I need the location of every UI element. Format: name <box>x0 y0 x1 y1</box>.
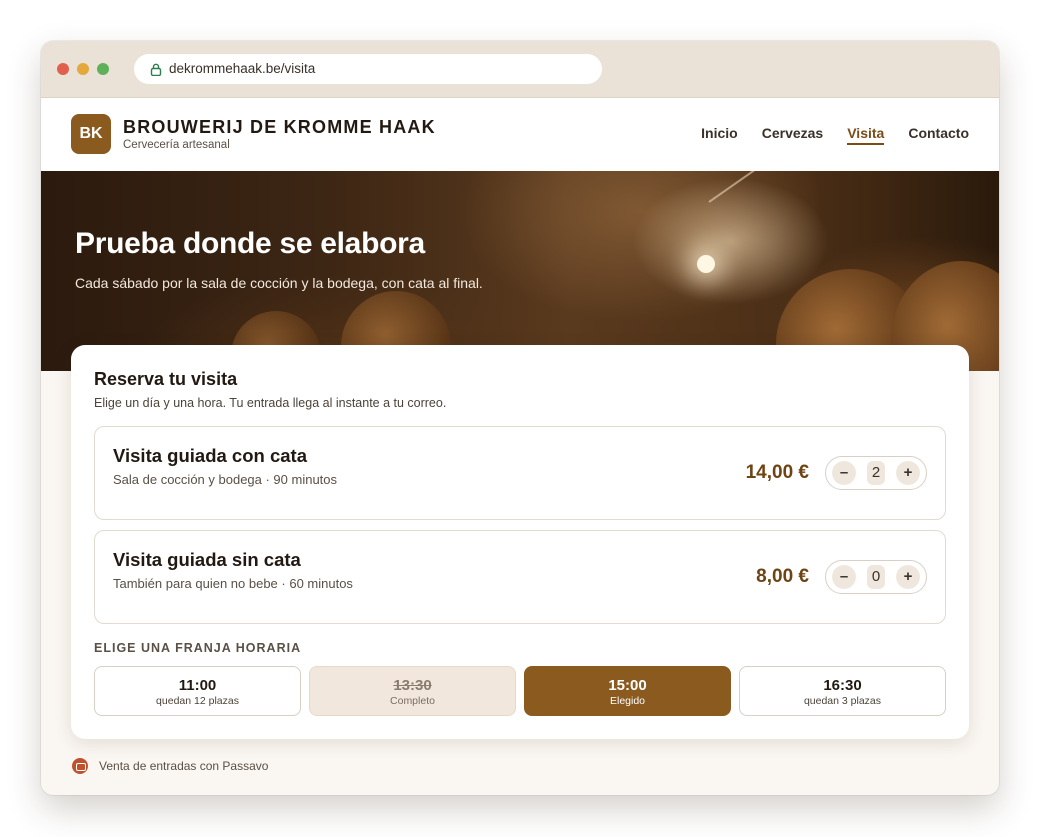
ticket-price: 14,00 € <box>745 462 809 483</box>
nav-link-cervezas[interactable]: Cervezas <box>762 125 824 145</box>
quantity-value[interactable]: 2 <box>867 461 885 485</box>
close-window-dot[interactable] <box>57 63 69 75</box>
quantity-value[interactable]: 0 <box>867 565 885 589</box>
hero-lamp-cable <box>708 171 808 203</box>
time-slot-button[interactable]: 16:30 quedan 3 plazas <box>739 666 946 716</box>
time-slots-heading: ELIGE UNA FRANJA HORARIA <box>94 641 302 655</box>
ticketing-provider-text[interactable]: Venta de entradas con Passavo <box>99 759 268 773</box>
maximize-window-dot[interactable] <box>97 63 109 75</box>
decrement-button[interactable]: – <box>832 461 856 485</box>
quantity-stepper: – 2 + <box>825 456 927 490</box>
brand-logo[interactable]: BK <box>71 114 111 154</box>
ticket-option: Visita guiada sin cata También para quie… <box>94 530 946 624</box>
booking-title: Reserva tu visita <box>94 369 238 389</box>
slot-availability: quedan 3 plazas <box>803 695 882 707</box>
nav-link-contacto[interactable]: Contacto <box>908 125 969 145</box>
ticket-description: Sala de cocción y bodega · 90 minutos <box>113 472 338 487</box>
slot-time: 11:00 <box>178 677 217 694</box>
nav-link-inicio[interactable]: Inicio <box>701 125 738 145</box>
browser-toolbar: dekrommehaak.be/visita <box>41 41 999 98</box>
url-text: dekrommehaak.be/visita <box>169 61 316 76</box>
hero-lamp-light <box>697 255 715 273</box>
ticket-name: Visita guiada con cata <box>113 445 307 466</box>
address-bar[interactable]: dekrommehaak.be/visita <box>134 54 602 84</box>
ticket-provider-icon <box>72 758 88 774</box>
slot-availability: Elegido <box>609 695 646 707</box>
increment-button[interactable]: + <box>896 461 920 485</box>
booking-subtitle: Elige un día y una hora. Tu entrada lleg… <box>94 396 447 410</box>
slot-time: 13:30 <box>393 677 432 694</box>
ticket-price: 8,00 € <box>756 566 809 587</box>
slot-availability: Completo <box>390 695 435 707</box>
ticket-description: También para quien no bebe · 60 minutos <box>113 576 353 591</box>
main-nav: Inicio Cervezas Visita Contacto <box>701 125 969 145</box>
time-slot-button-selected[interactable]: 15:00 Elegido <box>524 666 731 716</box>
slot-time: 15:00 <box>608 677 647 694</box>
ticket-name: Visita guiada sin cata <box>113 549 301 570</box>
decrement-button[interactable]: – <box>832 565 856 589</box>
hero-subtitle: Cada sábado por la sala de cocción y la … <box>75 275 483 291</box>
minimize-window-dot[interactable] <box>77 63 89 75</box>
ticket-option: Visita guiada con cata Sala de cocción y… <box>94 426 946 520</box>
lock-icon <box>150 63 162 76</box>
hero-title: Prueba donde se elabora <box>75 227 425 260</box>
brand-name[interactable]: BROUWERIJ DE KROMME HAAK <box>123 117 436 138</box>
hero-banner: Prueba donde se elabora Cada sábado por … <box>41 171 999 371</box>
brand-tagline: Cervecería artesanal <box>123 139 230 151</box>
quantity-stepper: – 0 + <box>825 560 927 594</box>
slot-time: 16:30 <box>823 677 862 694</box>
site-header: BK BROUWERIJ DE KROMME HAAK Cervecería a… <box>41 98 999 171</box>
time-slot-button[interactable]: 11:00 quedan 12 plazas <box>94 666 301 716</box>
browser-window: dekrommehaak.be/visita BK BROUWERIJ DE K… <box>41 41 999 795</box>
booking-card: Reserva tu visita Elige un día y una hor… <box>71 345 969 739</box>
increment-button[interactable]: + <box>896 565 920 589</box>
nav-link-visita[interactable]: Visita <box>847 125 885 145</box>
time-slot-button-full: 13:30 Completo <box>309 666 516 716</box>
slot-availability: quedan 12 plazas <box>156 695 239 707</box>
